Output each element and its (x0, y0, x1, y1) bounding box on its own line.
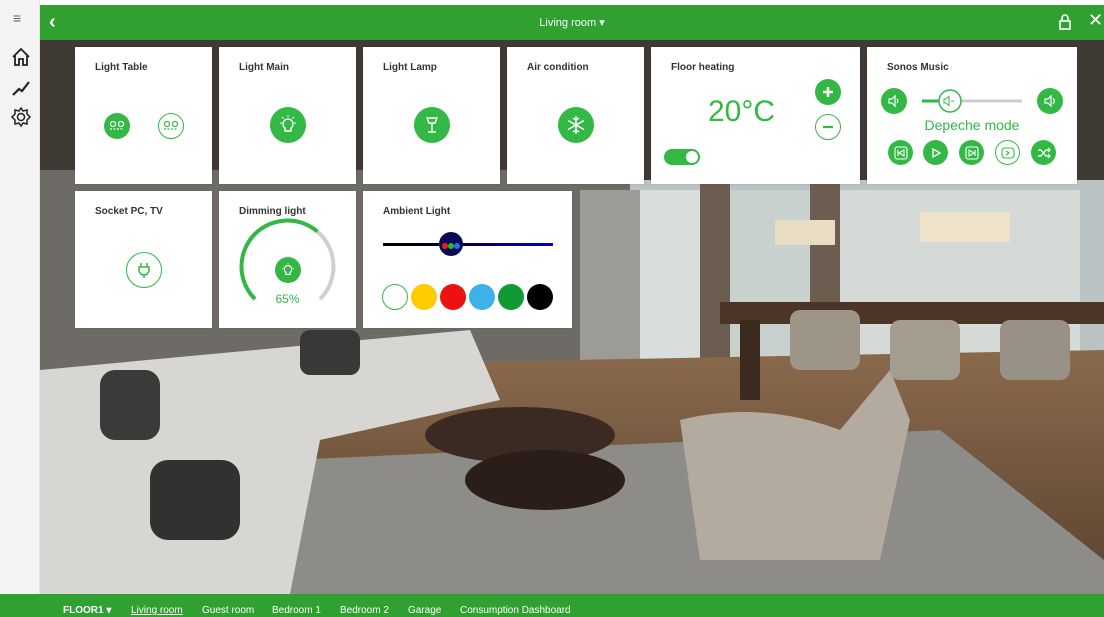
next-track-button[interactable] (959, 140, 984, 165)
color-swatch[interactable] (411, 284, 437, 310)
color-swatch[interactable] (382, 284, 408, 310)
plug-icon (138, 263, 150, 278)
light-lamp-card[interactable]: Light Lamp (363, 47, 500, 184)
heating-toggle-switch[interactable] (664, 149, 700, 165)
left-sidebar: ≡ (0, 0, 40, 617)
temperature-decrease-button[interactable] (815, 114, 841, 140)
nav-guest-room[interactable]: Guest room (202, 605, 254, 616)
previous-track-button[interactable] (888, 140, 913, 165)
chart-icon[interactable] (10, 76, 32, 98)
home-icon[interactable] (10, 46, 32, 68)
plus-icon (823, 87, 833, 97)
ambient-slider-handle[interactable] (439, 232, 463, 256)
skip-back-icon (893, 145, 908, 160)
dimming-percent: 65% (275, 292, 300, 306)
air-condition-toggle[interactable] (558, 107, 594, 143)
card-title: Light Lamp (383, 62, 437, 73)
card-title: Light Table (95, 62, 148, 73)
dimming-light-toggle[interactable] (275, 257, 301, 283)
floor-lamp-icon (425, 117, 439, 133)
temperature-increase-button[interactable] (815, 79, 841, 105)
socket-toggle[interactable] (126, 252, 162, 288)
play-icon (931, 147, 941, 158)
room-title[interactable]: Living room ▾ (40, 16, 1104, 29)
color-swatch[interactable] (498, 284, 524, 310)
volume-high-icon (1044, 94, 1055, 108)
nav-consumption-dashboard[interactable]: Consumption Dashboard (460, 605, 571, 616)
gear-icon[interactable] (10, 106, 32, 128)
volume-slider[interactable] (920, 88, 1024, 114)
snowflake-icon (567, 116, 585, 134)
nav-garage[interactable]: Garage (408, 605, 441, 616)
minus-icon (823, 125, 833, 129)
card-title: Floor heating (671, 62, 735, 73)
card-title: Ambient Light (383, 206, 451, 217)
nav-bedroom-2[interactable]: Bedroom 2 (340, 605, 389, 616)
nav-living-room[interactable]: Living room (131, 605, 183, 616)
air-condition-card[interactable]: Air condition (507, 47, 644, 184)
lock-icon[interactable] (1056, 13, 1074, 31)
dimming-light-card[interactable]: Dimming light 65% (219, 191, 356, 328)
color-swatch[interactable] (527, 284, 553, 310)
volume-slider-handle[interactable] (938, 89, 962, 113)
track-title: Depeche mode (924, 117, 1020, 133)
bulb-icon (280, 115, 296, 132)
color-swatch[interactable] (440, 284, 466, 310)
repeat-icon (1000, 146, 1015, 159)
card-title: Socket PC, TV (95, 206, 163, 217)
skip-forward-icon (964, 145, 979, 160)
light-table-off-button[interactable] (158, 113, 184, 139)
volume-up-button[interactable] (1037, 88, 1063, 114)
light-main-toggle[interactable] (270, 107, 306, 143)
floor-heating-card[interactable]: Floor heating 20°C (651, 47, 860, 184)
nav-bedroom-1[interactable]: Bedroom 1 (272, 605, 321, 616)
shuffle-button[interactable] (1031, 140, 1056, 165)
lamp-pair-icon (109, 120, 125, 130)
play-button[interactable] (923, 140, 948, 165)
light-main-card[interactable]: Light Main (219, 47, 356, 184)
ambient-light-card[interactable]: Ambient Light (363, 191, 572, 328)
bulb-icon (282, 262, 294, 275)
card-title: Air condition (527, 62, 589, 73)
bottom-navigation: FLOOR1 ▾ Living room Guest room Bedroom … (0, 594, 1104, 617)
floor-selector[interactable]: FLOOR1 ▾ (63, 605, 111, 616)
volume-down-button[interactable] (881, 88, 907, 114)
sonos-music-card[interactable]: Sonos Music Depeche mode (867, 47, 1077, 184)
lamp-pair-outline-icon (163, 120, 179, 130)
top-bar: ‹ Living room ▾ ✕ (40, 5, 1104, 40)
menu-icon[interactable]: ≡ (13, 10, 21, 26)
color-swatch[interactable] (469, 284, 495, 310)
shuffle-icon (1037, 147, 1051, 158)
card-title: Light Main (239, 62, 289, 73)
close-icon[interactable]: ✕ (1088, 10, 1103, 31)
repeat-button[interactable] (995, 140, 1020, 165)
volume-low-icon (888, 94, 899, 108)
light-lamp-toggle[interactable] (414, 107, 450, 143)
light-table-on-button[interactable] (104, 113, 130, 139)
card-title: Sonos Music (887, 62, 949, 73)
socket-card[interactable]: Socket PC, TV (75, 191, 212, 328)
temperature-value: 20°C (708, 95, 776, 128)
ambient-color-slider[interactable] (381, 231, 555, 259)
light-table-card[interactable]: Light Table (75, 47, 212, 184)
